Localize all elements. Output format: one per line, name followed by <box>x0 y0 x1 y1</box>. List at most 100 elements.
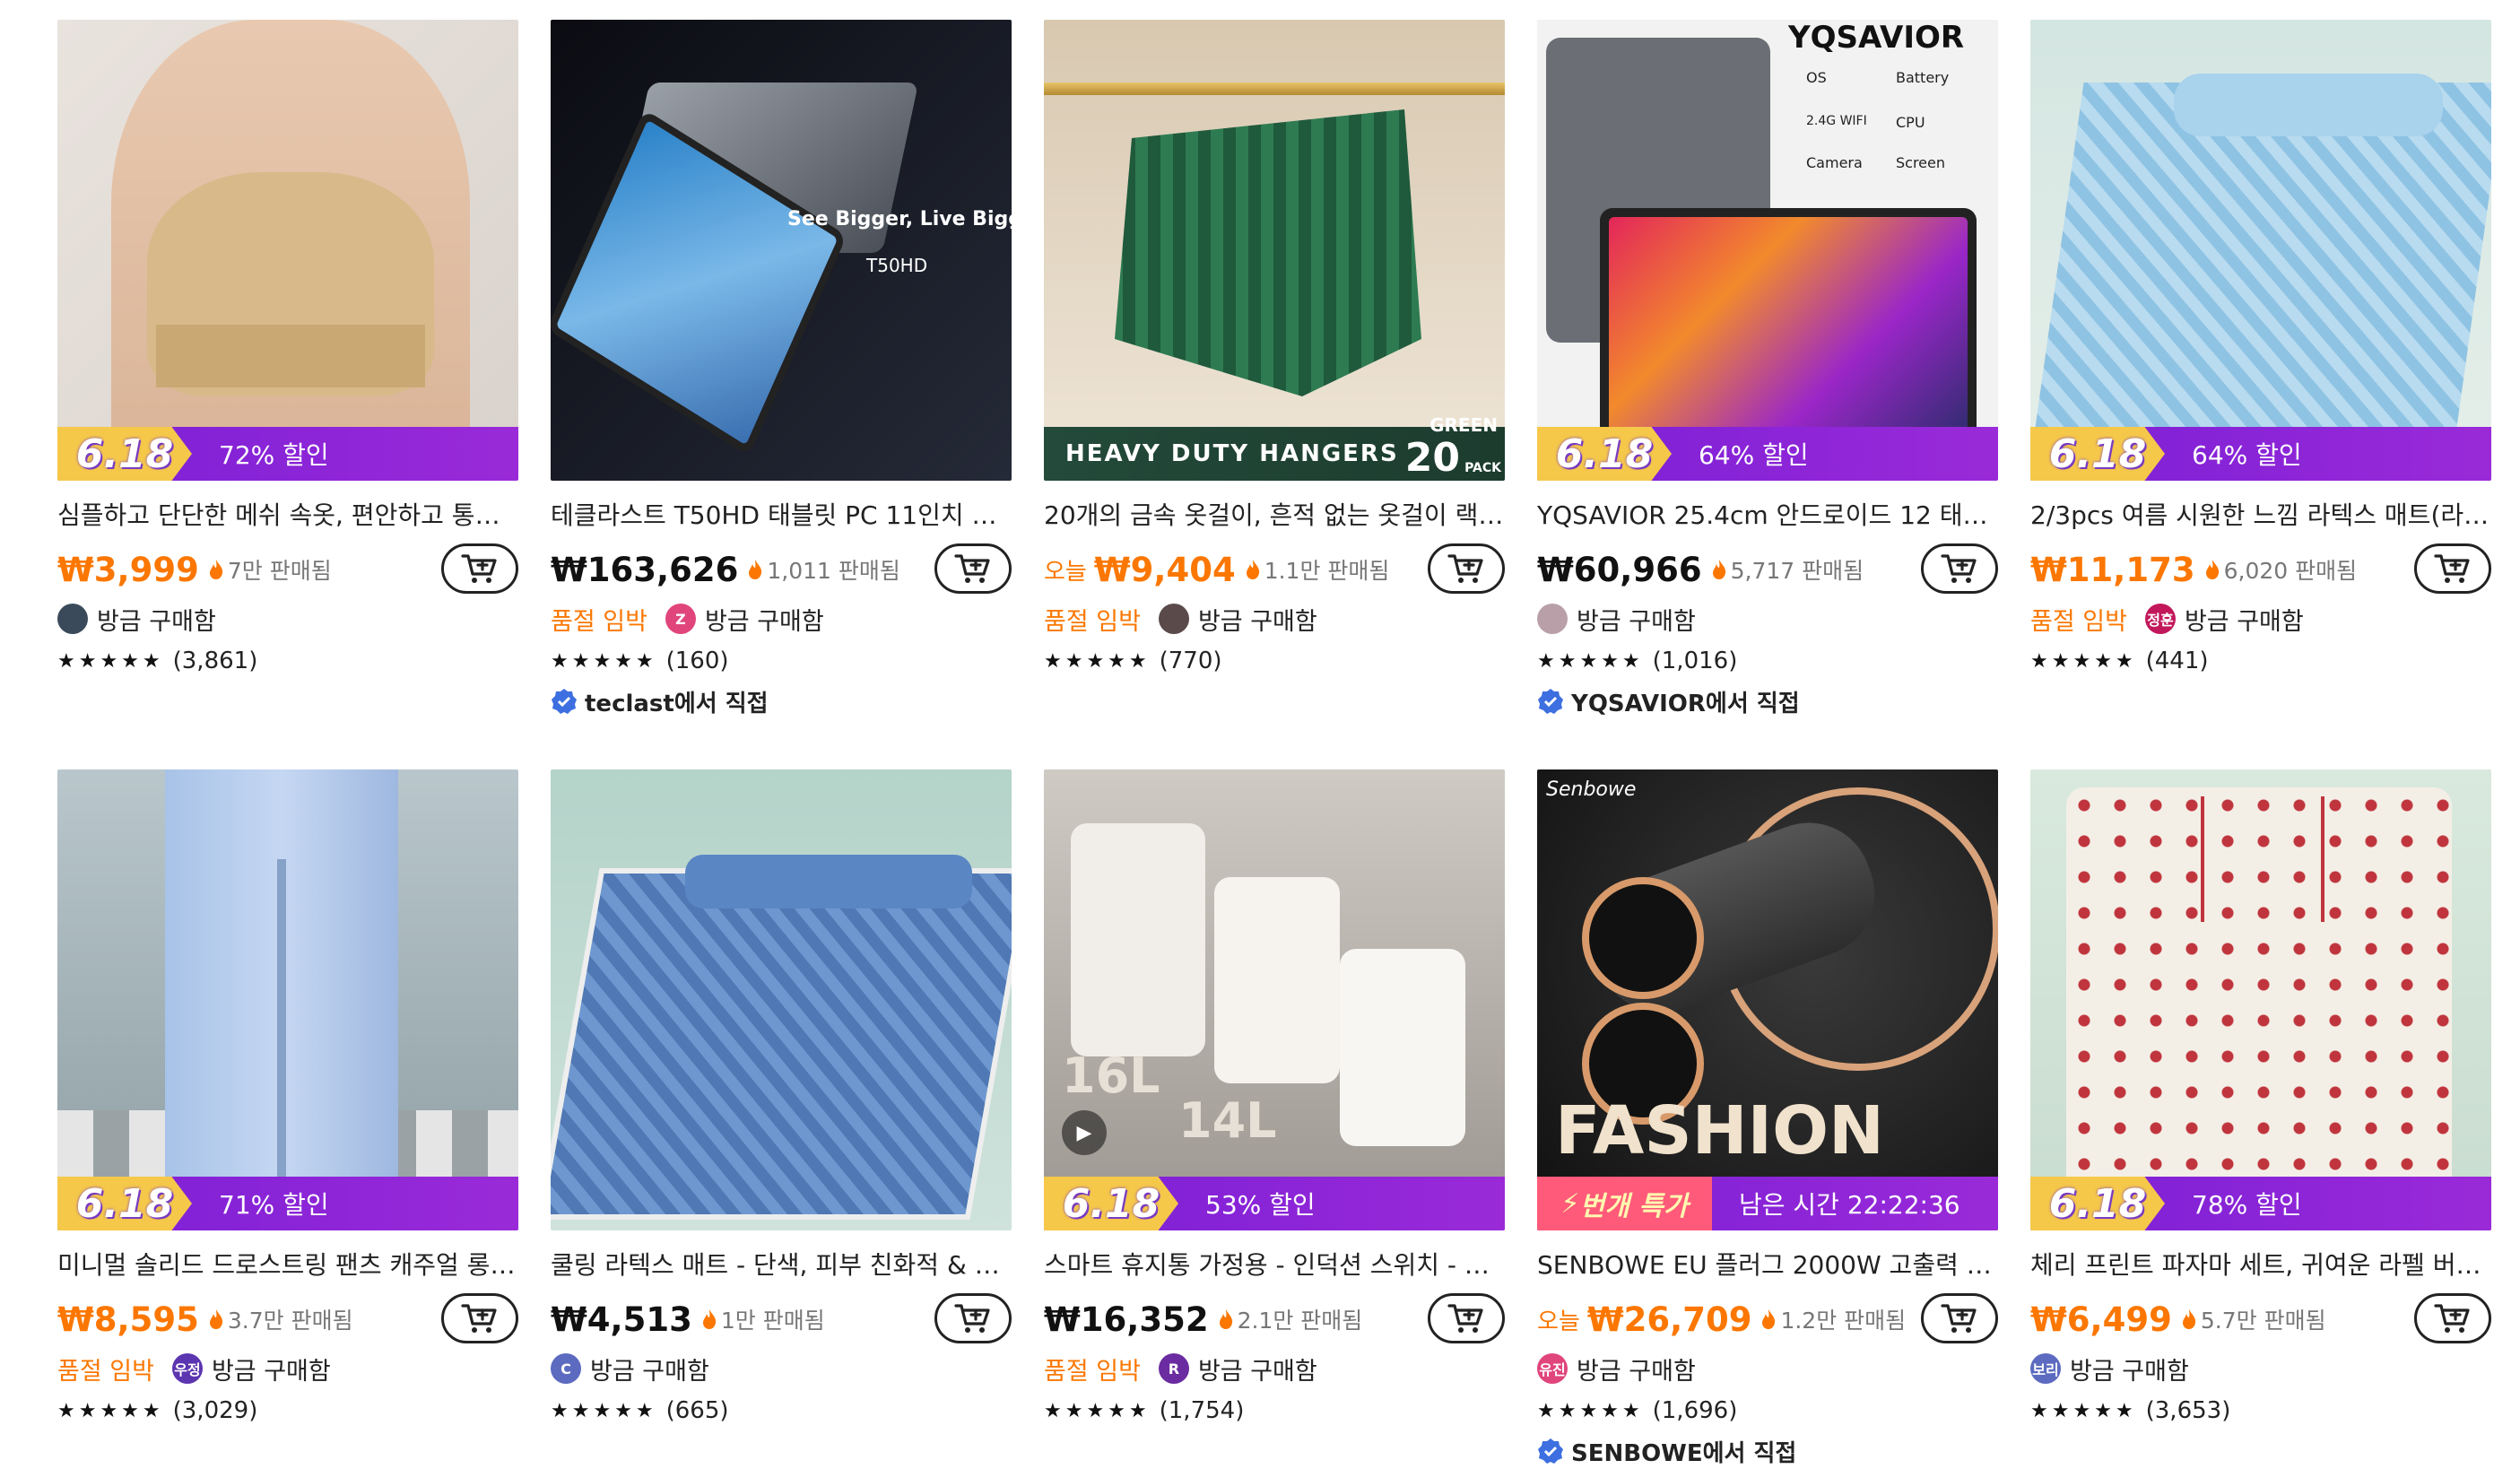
product-title[interactable]: 20개의 금속 옷걸이, 흔적 없는 옷걸이 랙, ... <box>1044 500 1505 531</box>
product-card[interactable]: 16L 14L ▶ 6.18 53% 할인 스마트 휴지통 가정용 - 인덕션 … <box>1044 769 1505 1428</box>
recent-purchase-text: 방금 구매함 <box>1577 607 1696 636</box>
rating-row[interactable]: ★★★★★ (3,029) <box>57 1394 518 1428</box>
product-image[interactable]: 16L 14L ▶ 6.18 53% 할인 <box>1044 769 1505 1230</box>
add-to-cart-button[interactable] <box>1428 543 1505 594</box>
rating-row[interactable]: ★★★★★ (3,653) <box>2030 1394 2491 1428</box>
image-caption: Battery <box>1896 69 1950 86</box>
product-card[interactable]: See Bigger, Live Bigger T50HD 테클라스트 T50H… <box>551 20 1012 719</box>
add-to-cart-button[interactable] <box>1921 1293 1998 1343</box>
rating-row[interactable]: ★★★★★ (1,754) <box>1044 1394 1505 1428</box>
add-to-cart-button[interactable] <box>2414 1293 2491 1343</box>
product-image[interactable]: Senbowe FASHION ⚡ 번개 특가 남은 시간 22:22:36 <box>1537 769 1998 1230</box>
play-icon[interactable]: ▶ <box>1062 1110 1107 1155</box>
product-card[interactable]: HEAVY DUTY HANGERS GREEN 20 PACK 20개의 금속… <box>1044 20 1505 678</box>
product-image[interactable]: HEAVY DUTY HANGERS GREEN 20 PACK <box>1044 20 1505 481</box>
product-title[interactable]: 심플하고 단단한 메쉬 속옷, 편안하고 통기성 ... <box>57 500 518 531</box>
avatar: C <box>551 1353 581 1384</box>
product-card[interactable]: 6.18 64% 할인 2/3pcs 여름 시원한 느낌 라텍스 매트(라텍..… <box>2030 20 2491 678</box>
rating-row[interactable]: ★★★★★ (3,861) <box>57 644 518 678</box>
official-store-link[interactable]: YQSAVIOR에서 직접 <box>1537 683 1998 719</box>
product-card[interactable]: 6.18 71% 할인 미니멀 솔리드 드로스트링 팬츠 캐주얼 롱기... ₩… <box>57 769 518 1428</box>
sale-618-tag: 6.18 <box>57 1177 192 1230</box>
product-price: ₩8,595 <box>57 1300 199 1339</box>
sold-count: 1.2만 판매됨 <box>1780 1308 1907 1334</box>
add-to-cart-button[interactable] <box>1428 1293 1505 1343</box>
product-title[interactable]: 쿨링 라텍스 매트 - 단색, 피부 친화적 & 세탁... <box>551 1250 1012 1281</box>
product-title[interactable]: 테클라스트 T50HD 태블릿 PC 11인치 TD... <box>551 500 1012 531</box>
image-caption: GREEN <box>1429 414 1498 436</box>
sold-count: 1만 판매됨 <box>720 1308 825 1334</box>
add-to-cart-button[interactable] <box>934 543 1012 594</box>
product-card[interactable]: Senbowe FASHION ⚡ 번개 특가 남은 시간 22:22:36 SE… <box>1537 769 1998 1469</box>
recent-purchase-row: C 방금 구매함 <box>551 1351 1012 1386</box>
add-to-cart-icon <box>2434 554 2470 583</box>
rating-row[interactable]: ★★★★★ (441) <box>2030 644 2491 678</box>
promo-bar: 6.18 64% 할인 <box>2030 427 2491 481</box>
product-image[interactable]: 6.18 72% 할인 <box>57 20 518 481</box>
image-caption: 14L <box>1178 1092 1277 1149</box>
product-grid: 6.18 72% 할인 심플하고 단단한 메쉬 속옷, 편안하고 통기성 ...… <box>0 0 2520 1467</box>
price-row: ₩16,352 2.1만 판매됨 <box>1044 1293 1505 1345</box>
price-row: ₩11,173 6,020 판매됨 <box>2030 543 2491 595</box>
avatar: 유진 <box>1537 1353 1568 1384</box>
product-card[interactable]: 6.18 72% 할인 심플하고 단단한 메쉬 속옷, 편안하고 통기성 ...… <box>57 20 518 678</box>
add-to-cart-button[interactable] <box>934 1293 1012 1343</box>
add-to-cart-button[interactable] <box>441 543 518 594</box>
rating-row[interactable]: ★★★★★ (1,016) <box>1537 644 1998 678</box>
star-rating-icon: ★★★★★ <box>551 1399 657 1422</box>
review-count: (3,861) <box>172 648 258 674</box>
product-title[interactable]: 체리 프린트 파자마 세트, 귀여운 라펠 버튼 ... <box>2030 1250 2491 1281</box>
sale-618-tag: 6.18 <box>1537 427 1672 481</box>
countdown-text: 남은 시간 22:22:36 <box>1739 1190 1960 1220</box>
image-caption: PACK <box>1464 461 1501 475</box>
product-price: ₩6,499 <box>2030 1300 2172 1339</box>
rating-row[interactable]: ★★★★★ (665) <box>551 1394 1012 1428</box>
recent-purchase-row: 방금 구매함 <box>57 601 518 637</box>
add-to-cart-icon <box>954 554 990 583</box>
avatar: R <box>1158 1353 1189 1384</box>
product-image[interactable]: 6.18 64% 할인 <box>2030 20 2491 481</box>
flash-deal-label: 번개 특가 <box>1579 1191 1689 1222</box>
price-row: ₩4,513 1만 판매됨 <box>551 1293 1012 1345</box>
promo-bar: 6.18 53% 할인 <box>1044 1177 1505 1230</box>
product-image[interactable] <box>551 769 1012 1230</box>
recent-purchase-text: 방금 구매함 <box>211 1357 331 1386</box>
rating-row[interactable]: ★★★★★ (1,696) <box>1537 1394 1998 1428</box>
promo-bar: 6.18 64% 할인 <box>1537 427 1998 481</box>
product-image[interactable]: See Bigger, Live Bigger T50HD <box>551 20 1012 481</box>
recent-purchase-text: 방금 구매함 <box>590 1357 709 1386</box>
official-store-link[interactable]: SENBOWE에서 직접 <box>1537 1433 1998 1469</box>
discount-text: 78% 할인 <box>2192 1190 2302 1220</box>
product-title[interactable]: YQSAVIOR 25.4cm 안드로이드 12 태블릿... <box>1537 500 1998 531</box>
sale-618-tag: 6.18 <box>57 427 192 481</box>
price-row: ₩8,595 3.7만 판매됨 <box>57 1293 518 1345</box>
official-store-link[interactable]: teclast에서 직접 <box>551 683 1012 719</box>
product-price: ₩9,404 <box>1093 550 1236 589</box>
product-card[interactable]: 쿨링 라텍스 매트 - 단색, 피부 친화적 & 세탁... ₩4,513 1만… <box>551 769 1012 1428</box>
fire-icon <box>1712 560 1725 579</box>
product-title[interactable]: 미니멀 솔리드 드로스트링 팬츠 캐주얼 롱기... <box>57 1250 518 1281</box>
product-image[interactable]: 6.18 78% 할인 <box>2030 769 2491 1230</box>
rating-row[interactable]: ★★★★★ (160) <box>551 644 1012 678</box>
avatar <box>57 604 88 634</box>
verified-icon <box>1538 1439 1563 1464</box>
add-to-cart-button[interactable] <box>1921 543 1998 594</box>
product-image[interactable]: 6.18 71% 할인 <box>57 769 518 1230</box>
sold-count: 5,717 판매됨 <box>1730 558 1864 584</box>
avatar: 우정 <box>171 1353 203 1384</box>
discount-text: 72% 할인 <box>219 440 329 470</box>
add-to-cart-button[interactable] <box>2414 543 2491 594</box>
rating-row[interactable]: ★★★★★ (770) <box>1044 644 1505 678</box>
almost-sold-out-badge: 품절 임박 <box>2030 607 2127 636</box>
product-title[interactable]: 2/3pcs 여름 시원한 느낌 라텍스 매트(라텍... <box>2030 500 2491 531</box>
recent-purchase-text: 방금 구매함 <box>2070 1357 2189 1386</box>
product-title[interactable]: SENBOWE EU 플러그 2000W 고출력 블... <box>1537 1250 1998 1281</box>
add-to-cart-button[interactable] <box>441 1293 518 1343</box>
product-title[interactable]: 스마트 휴지통 가정용 - 인덕션 스위치 - 부... <box>1044 1250 1505 1281</box>
product-image[interactable]: YQSAVIOR OS Battery 2.4G WIFI CPU Camera… <box>1537 20 1998 481</box>
product-card[interactable]: 6.18 78% 할인 체리 프린트 파자마 세트, 귀여운 라펠 버튼 ...… <box>2030 769 2491 1428</box>
product-card[interactable]: YQSAVIOR OS Battery 2.4G WIFI CPU Camera… <box>1537 20 1998 719</box>
promo-bar: ⚡ 번개 특가 남은 시간 22:22:36 <box>1537 1177 1998 1230</box>
product-price: ₩60,966 <box>1537 550 1702 589</box>
recent-purchase-row: 품절 임박 우정 방금 구매함 <box>57 1351 518 1386</box>
